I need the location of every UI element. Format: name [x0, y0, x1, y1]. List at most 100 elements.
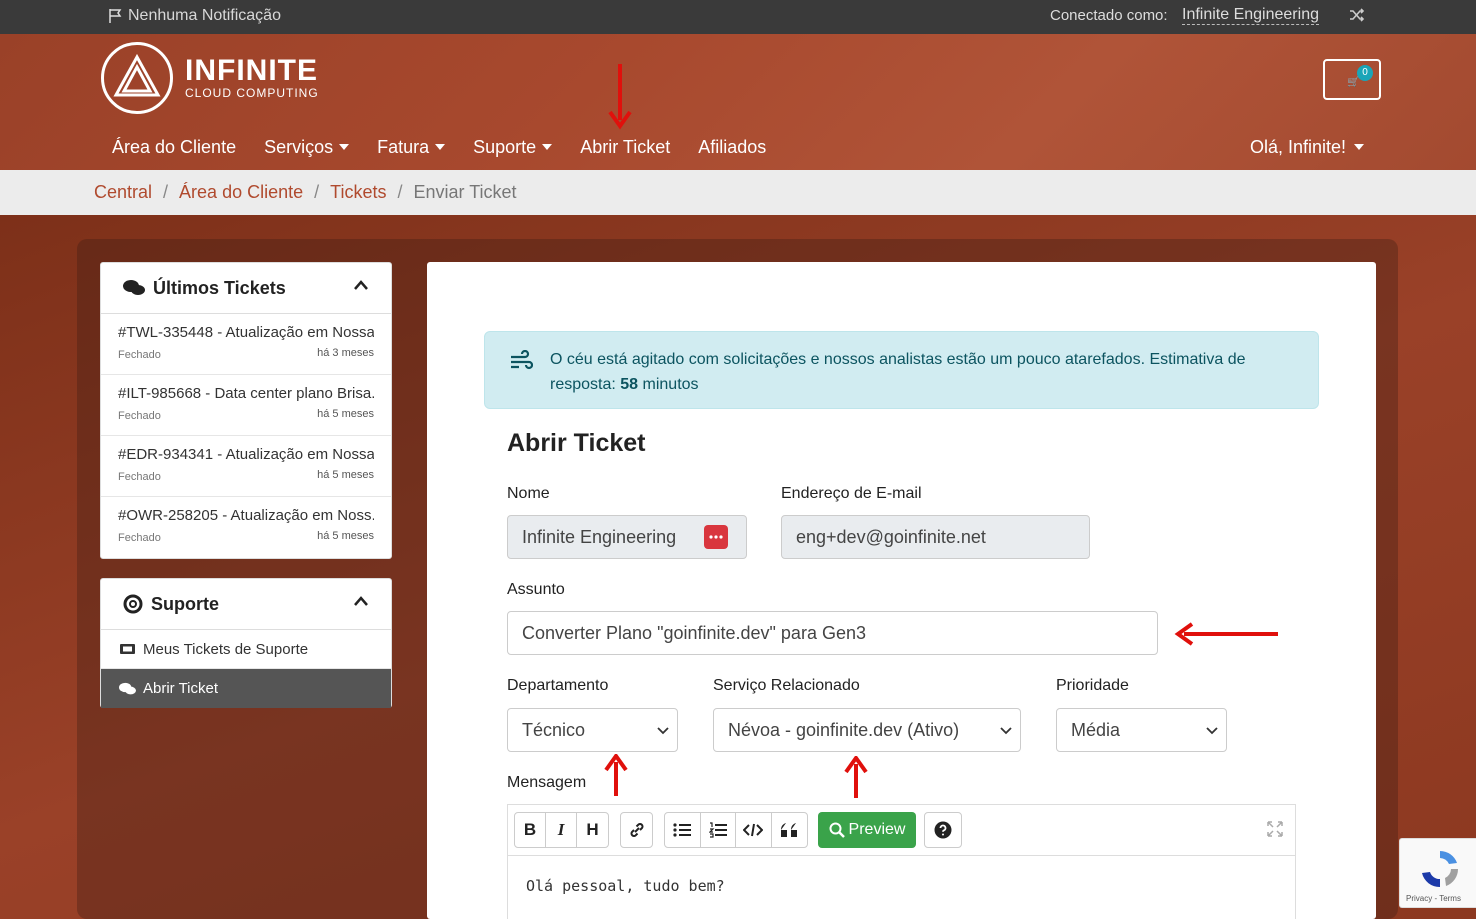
- editor-toolbar: B I H Preview: [508, 805, 1295, 856]
- comments-icon: [123, 280, 145, 295]
- preview-label: Preview: [848, 821, 906, 838]
- ticket-time: há 5 meses: [317, 469, 374, 481]
- open-ticket-card: O céu está agitado com solicitações e no…: [427, 262, 1376, 919]
- nav-services[interactable]: Serviços: [264, 137, 349, 158]
- annotation-arrow-left: [1174, 622, 1278, 646]
- service-value: Névoa - goinfinite.dev (Ativo): [728, 719, 960, 740]
- bold-button[interactable]: B: [515, 813, 546, 847]
- top-bar: Nenhuma Notificação Conectado como: Infi…: [0, 0, 1476, 34]
- code-button[interactable]: [736, 813, 772, 847]
- breadcrumb-home[interactable]: Central: [94, 182, 152, 203]
- recaptcha-label[interactable]: Privacy - Terms: [1406, 894, 1461, 903]
- support-item-open-ticket[interactable]: Abrir Ticket: [101, 669, 391, 708]
- email-label: Endereço de E-mail: [781, 485, 922, 502]
- user-menu[interactable]: Olá, Infinite!: [1250, 137, 1364, 158]
- ticket-status: Fechado: [118, 471, 161, 483]
- life-ring-icon: [123, 594, 143, 614]
- workload-alert: O céu está agitado com solicitações e no…: [484, 331, 1319, 409]
- ticket-item[interactable]: #EDR-934341 - Atualização em Nossa... Fe…: [101, 436, 391, 497]
- support-item-label: Abrir Ticket: [143, 680, 219, 697]
- subject-input[interactable]: Converter Plano "goinfinite.dev" para Ge…: [507, 611, 1158, 655]
- ticket-time: há 5 meses: [317, 408, 374, 420]
- department-label: Departamento: [507, 677, 609, 694]
- message-label: Mensagem: [507, 774, 587, 791]
- heading-button[interactable]: H: [577, 813, 608, 847]
- expand-icon[interactable]: [1267, 821, 1283, 837]
- ticket-status: Fechado: [118, 532, 161, 544]
- ticket-status: Fechado: [118, 349, 161, 361]
- list-ol-icon: [708, 822, 727, 838]
- ticket-item[interactable]: #OWR-258205 - Atualização em Noss... Fec…: [101, 497, 391, 558]
- recent-tickets-header[interactable]: Últimos Tickets: [101, 263, 391, 314]
- logo-mark: [101, 42, 173, 114]
- ticket-title: #EDR-934341 - Atualização em Nossa...: [118, 446, 374, 463]
- link-icon: [630, 823, 643, 837]
- name-label: Nome: [507, 485, 550, 502]
- support-item-label: Meus Tickets de Suporte: [143, 640, 309, 658]
- bullet-list-button[interactable]: [665, 813, 701, 847]
- recent-tickets-card: Últimos Tickets #TWL-335448 - Atualizaçã…: [100, 262, 392, 559]
- nav-open-ticket[interactable]: Abrir Ticket: [580, 137, 670, 158]
- search-icon: [829, 822, 845, 838]
- form-title: Abrir Ticket: [507, 429, 646, 457]
- subject-value: Converter Plano "goinfinite.dev" para Ge…: [522, 622, 866, 643]
- support-card: Suporte Meus Tickets de Suporte Abrir Ti…: [100, 578, 392, 708]
- chevron-up-icon[interactable]: [353, 279, 369, 291]
- nav-affiliates[interactable]: Afiliados: [698, 137, 766, 158]
- link-button[interactable]: [621, 813, 652, 847]
- notifications-link[interactable]: Nenhuma Notificação: [108, 7, 281, 25]
- subject-label: Assunto: [507, 581, 565, 598]
- recaptcha-icon: [1422, 851, 1458, 888]
- ticket-status: Fechado: [118, 410, 161, 422]
- name-value: Infinite Engineering: [522, 526, 677, 547]
- support-header[interactable]: Suporte: [101, 579, 391, 630]
- breadcrumb-client-area[interactable]: Área do Cliente: [179, 182, 303, 203]
- annotation-arrow-up: [844, 756, 868, 798]
- ticket-item[interactable]: #ILT-985668 - Data center plano Brisa...…: [101, 375, 391, 436]
- logo-subtitle: CLOUD COMPUTING: [185, 86, 319, 100]
- question-icon: [934, 821, 952, 839]
- chevron-down-icon: [1206, 727, 1218, 735]
- breadcrumb-tickets[interactable]: Tickets: [330, 182, 386, 203]
- logo-title: INFINITE: [185, 54, 318, 87]
- department-select[interactable]: Técnico: [507, 708, 678, 752]
- quote-icon: [781, 823, 798, 837]
- chevron-up-icon[interactable]: [353, 595, 369, 607]
- connected-user-link[interactable]: Infinite Engineering: [1182, 6, 1319, 25]
- service-select[interactable]: Névoa - goinfinite.dev (Ativo): [713, 708, 1021, 752]
- italic-button[interactable]: I: [546, 813, 577, 847]
- message-editor[interactable]: B I H Preview Olá pessoal, tudo bem?: [507, 804, 1296, 919]
- cart-count-badge: 0: [1357, 65, 1373, 81]
- logo[interactable]: INFINITE CLOUD COMPUTING: [101, 42, 319, 114]
- email-field[interactable]: eng+dev@goinfinite.net: [781, 515, 1090, 559]
- name-field[interactable]: Infinite Engineering: [507, 515, 747, 559]
- cart-button[interactable]: 🛒 0: [1323, 59, 1381, 100]
- cart-icon: 🛒: [1347, 77, 1360, 88]
- notifications-text: Nenhuma Notificação: [128, 7, 281, 24]
- priority-value: Média: [1071, 719, 1121, 740]
- code-icon: [743, 823, 764, 837]
- department-value: Técnico: [522, 719, 586, 740]
- help-button[interactable]: [924, 812, 962, 848]
- ticket-item[interactable]: #TWL-335448 - Atualização em Nossa... Fe…: [101, 314, 391, 375]
- site-header: INFINITE CLOUD COMPUTING 🛒 0 Área do Cli…: [0, 34, 1476, 170]
- priority-label: Prioridade: [1056, 677, 1129, 694]
- main-nav: Área do Cliente Serviços Fatura Suporte …: [112, 137, 766, 158]
- priority-select[interactable]: Média: [1056, 708, 1227, 752]
- numbered-list-button[interactable]: [701, 813, 736, 847]
- password-manager-icon[interactable]: [704, 525, 728, 549]
- chevron-down-icon: [657, 727, 669, 735]
- quote-button[interactable]: [772, 813, 807, 847]
- ticket-title: #OWR-258205 - Atualização em Noss...: [118, 507, 374, 524]
- support-item-my-tickets[interactable]: Meus Tickets de Suporte: [101, 630, 391, 669]
- nav-billing[interactable]: Fatura: [377, 137, 445, 158]
- recent-tickets-title: Últimos Tickets: [153, 277, 286, 298]
- flag-icon: [109, 9, 122, 23]
- chevron-down-icon: [1000, 727, 1012, 735]
- preview-button[interactable]: Preview: [818, 812, 916, 848]
- nav-client-area[interactable]: Área do Cliente: [112, 137, 236, 158]
- shuffle-icon[interactable]: [1348, 6, 1366, 29]
- nav-support[interactable]: Suporte: [473, 137, 552, 158]
- ticket-time: há 3 meses: [317, 347, 374, 359]
- recaptcha-badge[interactable]: Privacy - Terms: [1399, 838, 1476, 908]
